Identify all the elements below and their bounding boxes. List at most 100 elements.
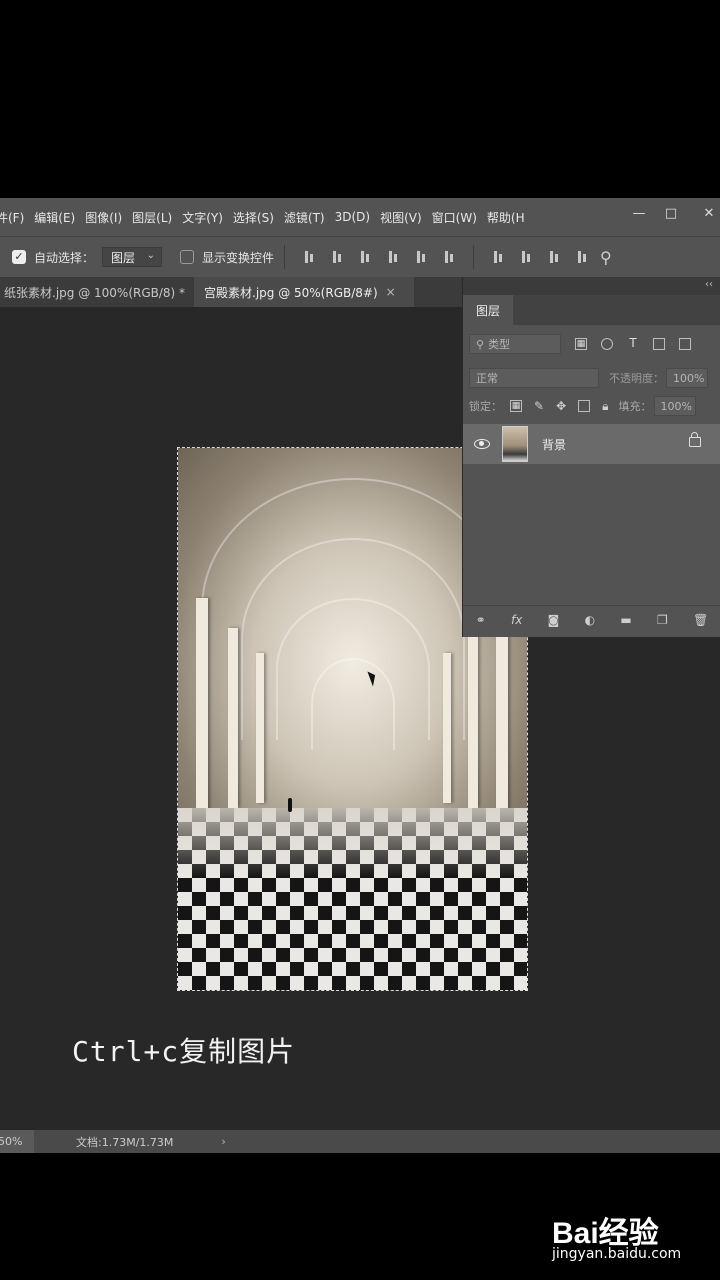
column xyxy=(468,628,478,808)
menu-bar: 件(F) 编辑(E) 图像(I) 图层(L) 文字(Y) 选择(S) 滤镜(T)… xyxy=(0,198,720,236)
close-icon[interactable]: × xyxy=(386,285,396,299)
tab-layers[interactable]: 图层 xyxy=(463,295,513,325)
adjustment-layer-icon[interactable]: ◐ xyxy=(585,613,595,627)
show-transform-label: 显示变换控件 xyxy=(202,250,275,265)
collapse-icon[interactable]: ‹‹ xyxy=(705,279,713,290)
lock-artboard-icon[interactable] xyxy=(578,400,591,412)
align-hcenter-icon[interactable] xyxy=(414,250,428,264)
menu-view[interactable]: 视图(V) xyxy=(375,209,427,226)
auto-select-value: 图层 xyxy=(111,250,136,265)
add-mask-icon[interactable]: ◙ xyxy=(548,613,560,627)
auto-select-label: 自动选择： xyxy=(34,250,95,265)
menu-select[interactable]: 选择(S) xyxy=(228,209,279,226)
layer-filter-row: ⚲ 类型 ▦ T xyxy=(469,333,719,355)
distribute-bottom-icon[interactable] xyxy=(547,250,561,264)
filter-pixel-icon[interactable]: ▦ xyxy=(575,338,587,350)
fill-input[interactable]: 100% xyxy=(653,396,696,416)
lock-icon xyxy=(689,432,701,447)
menu-help[interactable]: 帮助(H xyxy=(482,209,530,226)
eye-icon[interactable] xyxy=(474,439,490,449)
menu-file[interactable]: 件(F) xyxy=(0,209,29,226)
column xyxy=(443,653,451,803)
tab-paper-material[interactable]: 纸张素材.jpg @ 100%(RGB/8) * × xyxy=(0,277,203,307)
fx-icon[interactable]: fx xyxy=(511,613,522,627)
floor-fade xyxy=(178,808,527,878)
fill-label: 填充： xyxy=(618,400,652,413)
align-vcenter-icon[interactable] xyxy=(330,250,344,264)
opacity-value: 100% xyxy=(673,371,705,385)
lock-row: 锁定： ▦ ✎ ✥ 🔒︎ 填充： 100% xyxy=(469,395,719,417)
align-right-icon[interactable] xyxy=(442,250,456,264)
menu-window[interactable]: 窗口(W) xyxy=(427,209,482,226)
menu-filter[interactable]: 滤镜(T) xyxy=(279,209,330,226)
baidu-watermark: Bai经验 jingyan.baidu.com xyxy=(552,1208,712,1268)
opacity-label: 不透明度： xyxy=(609,372,664,385)
photoshop-window: 件(F) 编辑(E) 图像(I) 图层(L) 文字(Y) 选择(S) 滤镜(T)… xyxy=(0,198,720,1153)
menu-3d[interactable]: 3D(D) xyxy=(330,210,375,224)
chevron-down-icon: ⌄ xyxy=(146,250,156,261)
filter-adjustment-icon[interactable] xyxy=(601,338,613,350)
lock-label: 锁定： xyxy=(469,400,502,413)
search-icon[interactable]: ⚲ xyxy=(600,248,612,267)
divider xyxy=(473,245,475,269)
layer-name: 背景 xyxy=(542,437,567,452)
document-info: 文档:1.73M/1.73M xyxy=(76,1135,174,1149)
tab-label: 纸张素材.jpg @ 100%(RGB/8) * xyxy=(4,285,186,300)
arch xyxy=(310,658,395,750)
maximize-button[interactable]: □ xyxy=(656,198,686,228)
filter-placeholder: 类型 xyxy=(488,338,511,351)
layer-filter-select[interactable]: ⚲ 类型 xyxy=(469,334,561,354)
column xyxy=(256,653,264,803)
align-top-icon[interactable] xyxy=(302,250,316,264)
filter-shape-icon[interactable] xyxy=(653,338,665,350)
filter-smart-icon[interactable] xyxy=(679,338,691,350)
blend-mode-value: 正常 xyxy=(476,372,498,385)
divider xyxy=(284,245,286,269)
layer-thumbnail xyxy=(502,426,528,462)
show-transform-checkbox[interactable] xyxy=(180,250,195,264)
tutorial-caption: Ctrl+c复制图片 xyxy=(72,1035,296,1068)
distribute-vcenter-icon[interactable] xyxy=(519,250,533,264)
align-left-icon[interactable] xyxy=(386,250,400,264)
lock-transparent-icon[interactable]: ▦ xyxy=(510,400,522,412)
menu-image[interactable]: 图像(I) xyxy=(80,209,127,226)
column xyxy=(228,628,238,808)
tab-label: 宫殿素材.jpg @ 50%(RGB/8#) xyxy=(204,285,378,300)
panel-header: ‹‹ xyxy=(463,277,720,295)
menu-layer[interactable]: 图层(L) xyxy=(127,209,177,226)
layer-row-background[interactable]: 背景 xyxy=(463,424,720,464)
tab-palace-material[interactable]: 宫殿素材.jpg @ 50%(RGB/8#) × xyxy=(194,277,414,307)
layers-panel-footer: ⚭ fx ◙ ◐ ▬ ❐ 🗑︎ xyxy=(463,605,720,634)
lock-move-icon[interactable]: ✥ xyxy=(556,399,566,413)
link-layers-icon[interactable]: ⚭ xyxy=(476,613,486,627)
status-bar: 50% 文档:1.73M/1.73M › xyxy=(0,1130,720,1153)
options-bar: ✓ 自动选择： 图层 ⌄ 显示变换控件 ⚲ xyxy=(0,236,720,277)
chevron-right-icon[interactable]: › xyxy=(221,1135,225,1148)
menu-type[interactable]: 文字(Y) xyxy=(177,209,228,226)
blend-row: 正常 不透明度： 100% xyxy=(469,367,719,389)
close-button[interactable]: ✕ xyxy=(694,198,720,228)
lock-all-icon[interactable]: 🔒︎ xyxy=(602,399,608,414)
align-bottom-icon[interactable] xyxy=(358,250,372,264)
baidu-url: jingyan.baidu.com xyxy=(552,1246,682,1262)
opacity-input[interactable]: 100% xyxy=(666,368,708,388)
person-silhouette xyxy=(288,798,292,812)
filter-type-icon[interactable]: T xyxy=(627,337,639,350)
menu-edit[interactable]: 编辑(E) xyxy=(29,209,80,226)
layers-panel: ‹‹ 图层 ⚲ 类型 ▦ T 正常 不透明度： 100% 锁定： ▦ ✎ ✥ 🔒… xyxy=(462,277,720,637)
new-layer-icon[interactable]: ❐ xyxy=(657,613,668,627)
zoom-value: 50% xyxy=(0,1135,23,1148)
trash-icon[interactable]: 🗑︎ xyxy=(693,613,708,627)
search-icon: ⚲ xyxy=(476,337,485,351)
auto-select-checkbox[interactable]: ✓ xyxy=(12,250,26,264)
auto-select-dropdown[interactable]: 图层 ⌄ xyxy=(102,247,163,267)
new-group-icon[interactable]: ▬ xyxy=(620,613,631,627)
distribute-left-icon[interactable] xyxy=(575,250,589,264)
column xyxy=(196,598,208,818)
zoom-field[interactable]: 50% xyxy=(0,1130,34,1153)
lock-brush-icon[interactable]: ✎ xyxy=(534,399,544,413)
fill-value: 100% xyxy=(660,399,692,413)
distribute-top-icon[interactable] xyxy=(491,250,505,264)
blend-mode-select[interactable]: 正常 xyxy=(469,368,599,388)
minimize-button[interactable]: — xyxy=(624,198,654,228)
